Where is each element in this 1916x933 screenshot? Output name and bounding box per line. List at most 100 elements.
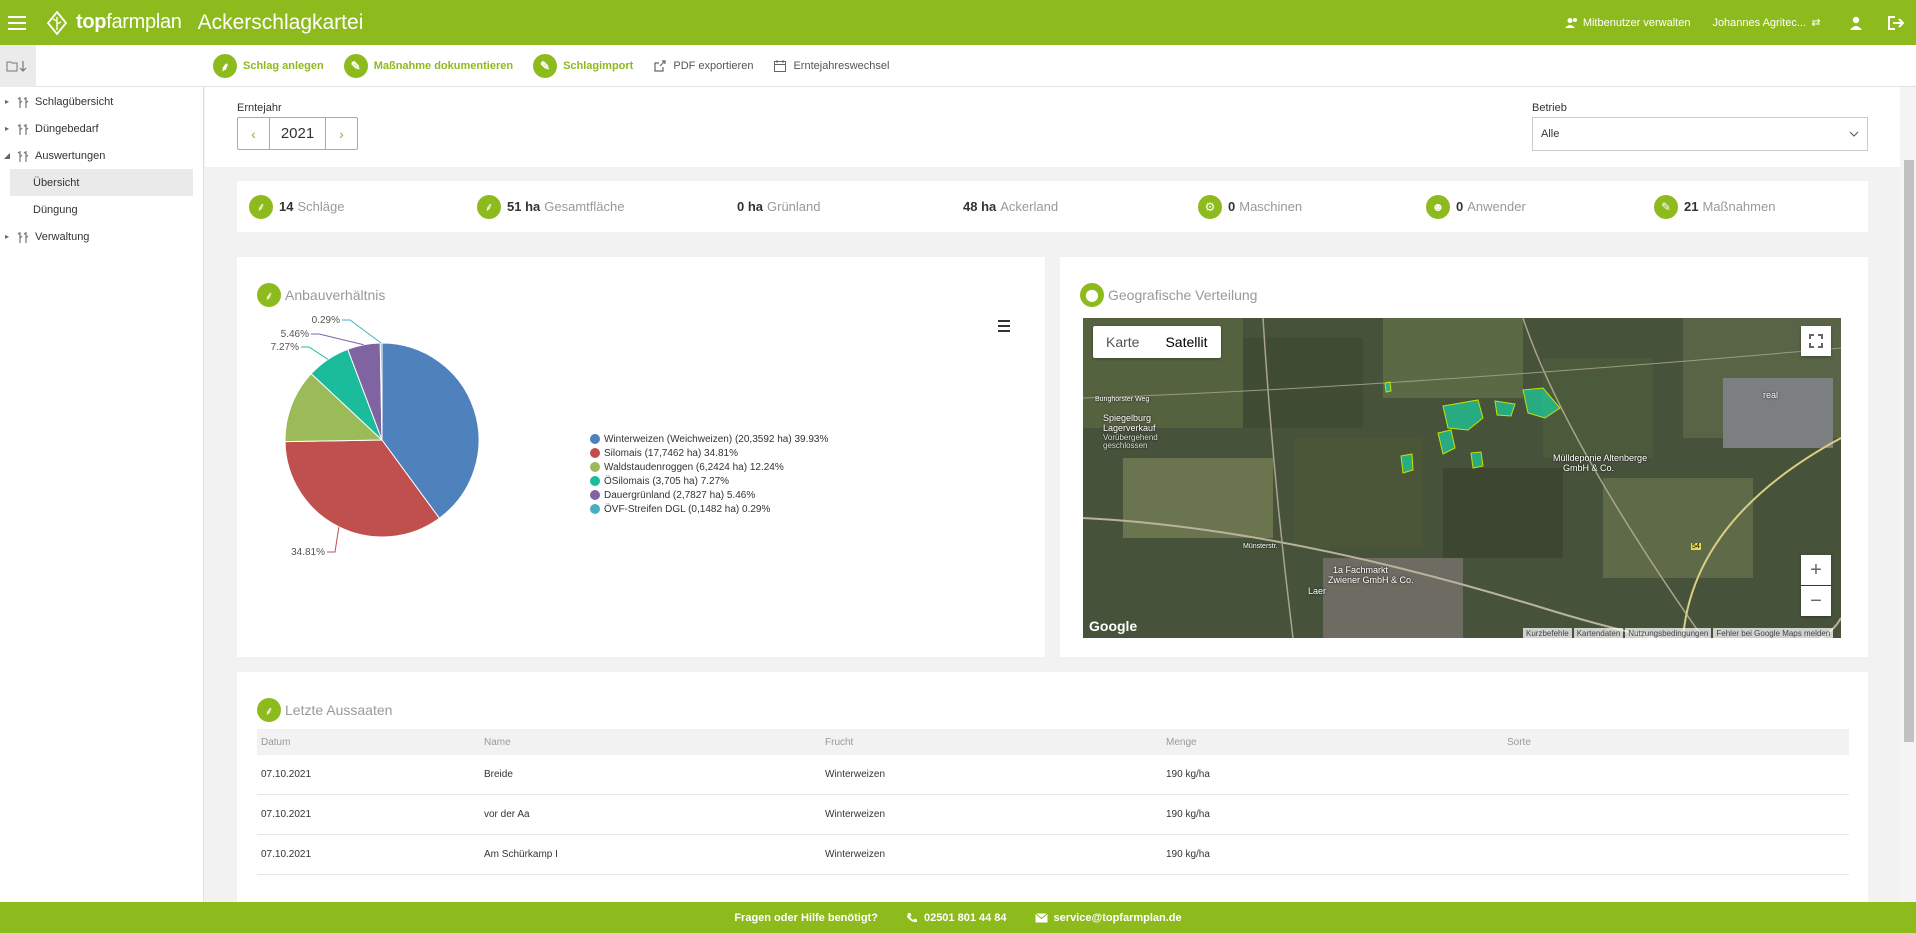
stat-ackerland: 48 ha Ackerland bbox=[963, 181, 1058, 232]
pie-chart: 34.81% 0.29%5.46% 7.27% bbox=[271, 315, 480, 558]
menu-icon[interactable] bbox=[0, 0, 34, 45]
pdf-export-button[interactable]: PDF exportieren bbox=[653, 59, 753, 73]
attr-shortcuts[interactable]: Kurzbefehle bbox=[1523, 628, 1572, 638]
table-row[interactable]: 07.10.2021 Breide Winterweizen 190 kg/ha bbox=[257, 755, 1849, 795]
legend-item[interactable]: Silomais (17,7462 ha) 34.81% bbox=[590, 446, 828, 460]
table-row[interactable]: 07.10.2021 vor der Aa Winterweizen 190 k… bbox=[257, 795, 1849, 835]
satellite-map[interactable]: Karte Satellit + − Spiegelburg Lagerverk… bbox=[1083, 318, 1841, 638]
manage-users-button[interactable]: Mitbenutzer verwalten bbox=[1564, 17, 1690, 29]
column-header[interactable]: Sorte bbox=[1507, 737, 1849, 748]
data-label-connector bbox=[327, 526, 340, 553]
cell-crop: Winterweizen bbox=[825, 809, 886, 820]
poi-label[interactable]: Spiegelburg bbox=[1103, 413, 1151, 423]
folder-sort-icon bbox=[6, 61, 27, 72]
stat-label: Anwender bbox=[1467, 199, 1526, 214]
sprout-icon bbox=[17, 150, 29, 162]
collapse-arrow-icon[interactable]: ◢ bbox=[2, 151, 12, 160]
scrollbar-thumb[interactable] bbox=[1904, 160, 1914, 742]
prev-year-button[interactable]: ‹ bbox=[238, 118, 269, 149]
sidebar-item-duengung[interactable]: Düngung bbox=[10, 196, 193, 223]
stat-label: Ackerland bbox=[1000, 199, 1059, 214]
cell-amount: 190 kg/ha bbox=[1166, 809, 1210, 820]
stat-value: 0 bbox=[1456, 199, 1464, 214]
expand-arrow-icon[interactable]: ▸ bbox=[2, 97, 12, 106]
logout-button[interactable] bbox=[1876, 0, 1916, 45]
legend-item[interactable]: Dauergrünland (2,7827 ha) 5.46% bbox=[590, 488, 828, 502]
column-header[interactable]: Frucht bbox=[825, 737, 1166, 748]
zoom-in-button[interactable]: + bbox=[1801, 555, 1831, 585]
email-link[interactable]: service@topfarmplan.de bbox=[1034, 912, 1182, 924]
harvest-year-group: Erntejahr ‹ 2021 › bbox=[237, 102, 358, 150]
cell-date: 07.10.2021 bbox=[261, 769, 312, 780]
harvest-year-change-button[interactable]: Erntejahreswechsel bbox=[773, 59, 889, 73]
column-header[interactable]: Menge bbox=[1166, 737, 1507, 748]
legend-item[interactable]: Winterweizen (Weichweizen) (20,3592 ha) … bbox=[590, 432, 828, 446]
stat-value: 0 ha bbox=[737, 199, 764, 214]
add-field-button[interactable]: ⸙ Schlag anlegen bbox=[213, 54, 324, 78]
harvest-year-label: Erntejahr bbox=[237, 102, 282, 114]
poi-label[interactable]: Lagerverkauf bbox=[1103, 423, 1156, 433]
stat-label: Grünland bbox=[767, 199, 821, 214]
fullscreen-button[interactable] bbox=[1801, 326, 1831, 356]
data-label: 7.27% bbox=[271, 342, 299, 353]
legend-item[interactable]: ÖVF-Streifen DGL (0,1482 ha) 0.29% bbox=[590, 502, 828, 516]
sidebar-item-label: Düngung bbox=[33, 203, 78, 216]
filter-bar: Erntejahr ‹ 2021 › Betrieb Alle bbox=[205, 87, 1900, 167]
betrieb-select[interactable]: Alle bbox=[1532, 117, 1868, 151]
expand-arrow-icon[interactable]: ▸ bbox=[2, 124, 12, 133]
sidebar-item-duengebedarf[interactable]: ▸ Düngebedarf bbox=[0, 115, 203, 142]
poi-label[interactable]: Zwiener GmbH & Co. bbox=[1328, 575, 1414, 585]
column-header[interactable]: Name bbox=[484, 737, 825, 748]
phone-link[interactable]: 02501 801 44 84 bbox=[906, 912, 1007, 924]
sidebar-item-schlaguebersicht[interactable]: ▸ Schlagübersicht bbox=[0, 88, 203, 115]
profile-button[interactable] bbox=[1836, 0, 1876, 45]
card-title-text: Letzte Aussaaten bbox=[285, 702, 393, 718]
card-title: ⬤ Geografische Verteilung bbox=[1080, 283, 1257, 307]
top-bar: topfarmplan Ackerschlagkartei Mitbenutze… bbox=[0, 0, 1916, 45]
sidebar-item-auswertungen[interactable]: ◢ Auswertungen bbox=[0, 142, 203, 169]
tab-satellite[interactable]: Satellit bbox=[1152, 326, 1220, 358]
expand-arrow-icon[interactable]: ▸ bbox=[2, 232, 12, 241]
card-title: ⸙ Letzte Aussaaten bbox=[257, 698, 392, 722]
fullscreen-icon bbox=[1809, 334, 1823, 348]
legend-item[interactable]: Waldstaudenroggen (6,2424 ha) 12.24% bbox=[590, 460, 828, 474]
users-icon bbox=[1564, 17, 1577, 28]
column-header[interactable]: Datum bbox=[257, 737, 484, 748]
place-label: Laer bbox=[1308, 586, 1327, 596]
poi-label[interactable]: 1a Fachmarkt bbox=[1333, 565, 1388, 575]
attr-mapdata[interactable]: Kartendaten bbox=[1573, 628, 1624, 638]
zoom-out-button[interactable]: − bbox=[1801, 586, 1831, 616]
data-label-connector bbox=[342, 319, 382, 344]
data-label-connector bbox=[301, 346, 329, 360]
legend-label: ÖSilomais (3,705 ha) 7.27% bbox=[604, 475, 730, 487]
poi-label[interactable]: GmbH & Co. bbox=[1563, 463, 1614, 473]
legend-item[interactable]: ÖSilomais (3,705 ha) 7.27% bbox=[590, 474, 828, 488]
document-measure-button[interactable]: ✎ Maßnahme dokumentieren bbox=[343, 54, 513, 78]
sidebar-item-uebersicht[interactable]: Übersicht bbox=[10, 169, 193, 196]
poi-label[interactable]: Mülldeponie Altenberge bbox=[1553, 453, 1647, 463]
next-year-button[interactable]: › bbox=[326, 118, 357, 149]
chart-menu-button[interactable] bbox=[998, 320, 1010, 335]
poi-label[interactable]: real bbox=[1763, 390, 1778, 400]
help-text: Fragen oder Hilfe benötigt? bbox=[734, 911, 878, 924]
table-row[interactable]: 07.10.2021 Am Schürkamp I Winterweizen 1… bbox=[257, 835, 1849, 875]
folder-sort-button[interactable] bbox=[0, 45, 36, 87]
legend-marker bbox=[590, 462, 600, 472]
field-import-button[interactable]: ✎ Schlagimport bbox=[533, 54, 633, 78]
attr-terms[interactable]: Nutzungsbedingungen bbox=[1625, 628, 1712, 638]
minus-icon: − bbox=[1810, 589, 1822, 612]
logo[interactable]: topfarmplan bbox=[44, 10, 182, 36]
sprout-icon bbox=[17, 123, 29, 135]
stat-label: Maßnahmen bbox=[1702, 199, 1776, 214]
scrollbar[interactable] bbox=[1900, 87, 1916, 902]
sowings-table: Datum Name Frucht Menge Sorte 07.10.2021… bbox=[257, 729, 1849, 875]
sidebar: ▸ Schlagübersicht ▸ Düngebedarf ◢ Auswer… bbox=[0, 87, 204, 902]
sidebar-item-verwaltung[interactable]: ▸ Verwaltung bbox=[0, 223, 203, 250]
tab-map[interactable]: Karte bbox=[1093, 326, 1152, 358]
user-name: Johannes Agritec... bbox=[1712, 16, 1806, 29]
sprout-icon: ⸙ bbox=[257, 283, 281, 307]
user-switch-button[interactable]: Johannes Agritec... ⇄ bbox=[1712, 13, 1826, 33]
attr-report[interactable]: Fehler bei Google Maps melden bbox=[1713, 628, 1834, 638]
pencil-icon: ✎ bbox=[533, 54, 558, 78]
table-header: Datum Name Frucht Menge Sorte bbox=[257, 729, 1849, 755]
